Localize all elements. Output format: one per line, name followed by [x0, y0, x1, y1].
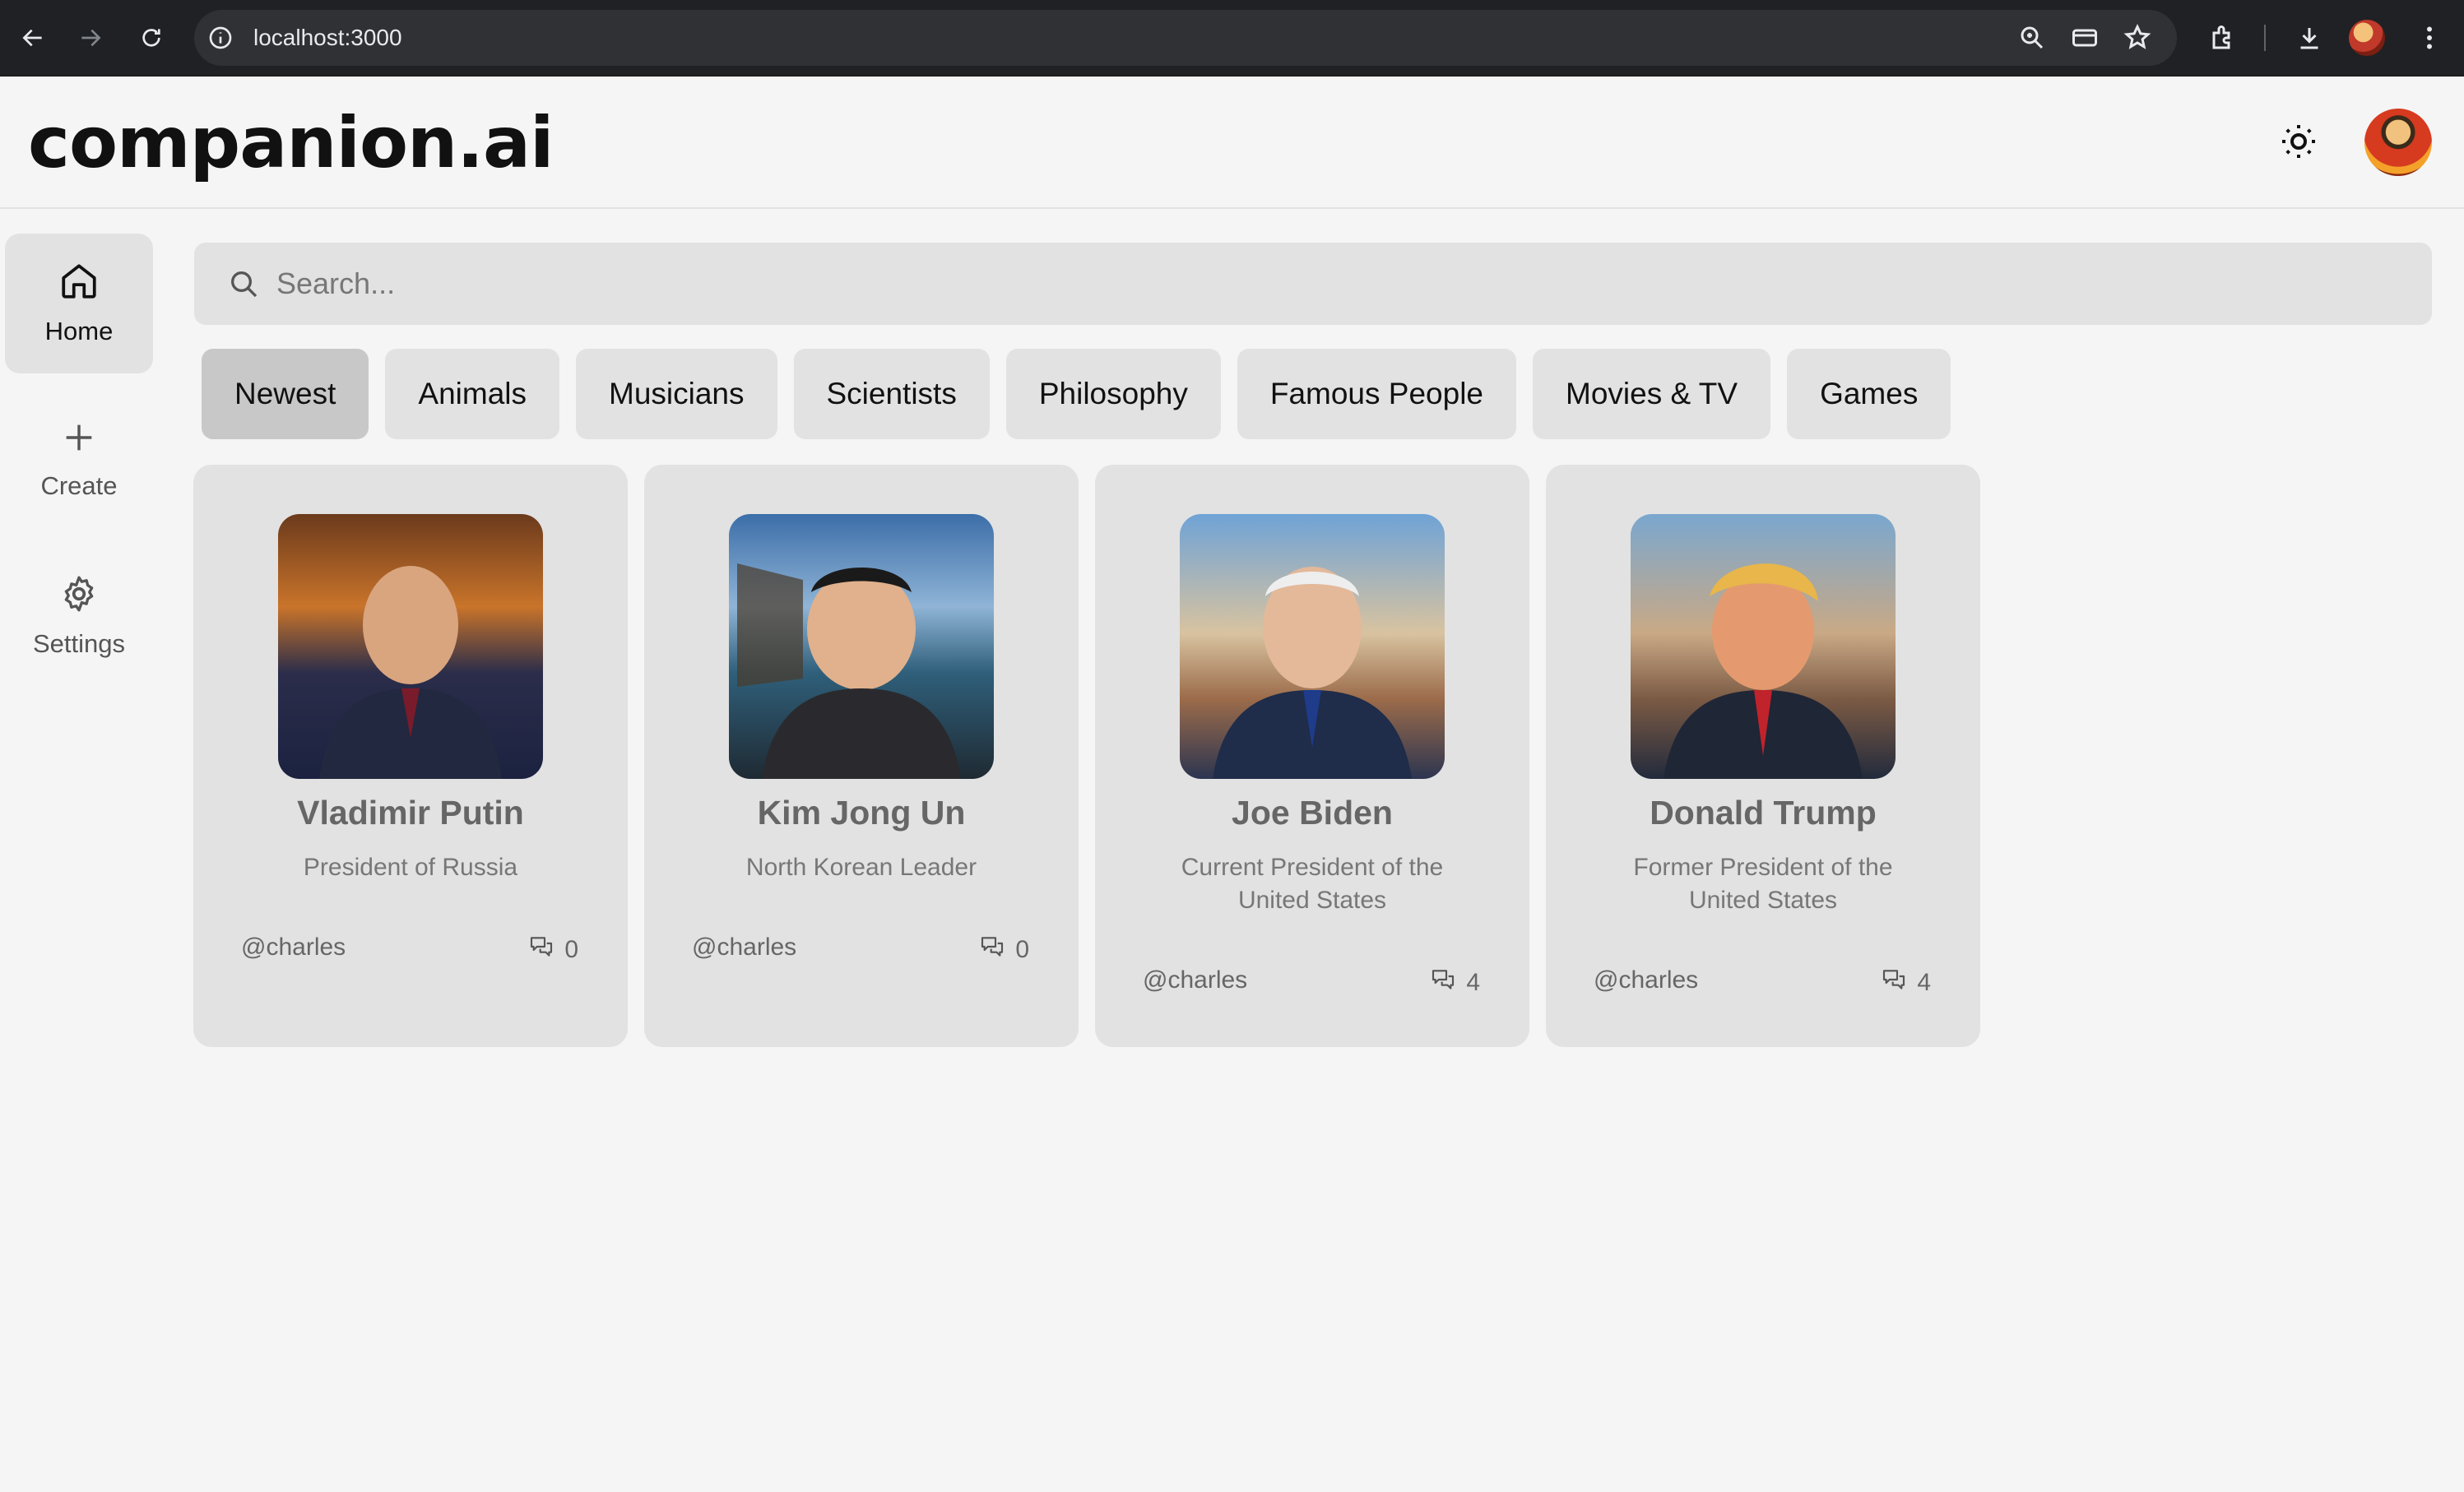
companion-name: Vladimir Putin — [297, 794, 524, 832]
toolbar-divider — [2264, 25, 2266, 51]
companion-creator: @charles — [241, 934, 346, 961]
message-count-value: 0 — [1015, 936, 1029, 963]
messages-icon — [1881, 966, 1907, 999]
companion-name: Kim Jong Un — [757, 794, 966, 832]
message-count: 4 — [1881, 966, 1931, 999]
sidebar-item-settings[interactable]: Settings — [5, 546, 153, 686]
sidebar-item-label: Home — [44, 317, 114, 345]
sidebar-item-label: Create — [40, 471, 118, 500]
category-animals[interactable]: Animals — [385, 349, 559, 439]
companion-portrait — [1180, 514, 1445, 779]
bookmark-star-icon[interactable] — [2123, 23, 2152, 53]
brand-logo[interactable]: companion.ai — [28, 102, 554, 184]
download-icon[interactable] — [2291, 18, 2327, 58]
forward-arrow-icon[interactable] — [71, 18, 110, 58]
message-count-value: 4 — [1466, 969, 1480, 996]
messages-icon — [528, 934, 555, 966]
companion-portrait — [1631, 514, 1896, 779]
category-bar: Newest Animals Musicians Scientists Phil… — [202, 349, 1951, 439]
messages-icon — [1430, 966, 1456, 999]
message-count-value: 4 — [1917, 969, 1931, 996]
search-input[interactable] — [276, 259, 2399, 308]
category-philosophy[interactable]: Philosophy — [1005, 349, 1221, 439]
category-musicians[interactable]: Musicians — [576, 349, 777, 439]
companion-card[interactable]: Kim Jong Un North Korean Leader @charles… — [644, 465, 1079, 1047]
messages-icon — [979, 934, 1005, 966]
menu-kebab-icon[interactable] — [2411, 18, 2448, 58]
companion-card[interactable]: Joe Biden Current President of the Unite… — [1095, 465, 1529, 1047]
card-icon[interactable] — [2070, 23, 2100, 53]
companion-creator: @charles — [1594, 966, 1699, 994]
search-icon — [227, 267, 260, 300]
companion-description: North Korean Leader — [745, 854, 977, 881]
message-count: 0 — [528, 934, 578, 966]
companion-description: Former President of the United States — [1633, 854, 1893, 914]
category-movies-tv[interactable]: Movies & TV — [1533, 349, 1771, 439]
companion-card[interactable]: Donald Trump Former President of the Uni… — [1546, 465, 1980, 1047]
companion-name: Joe Biden — [1232, 794, 1393, 832]
address-bar[interactable]: localhost:3000 — [194, 10, 2177, 66]
sidebar-item-create[interactable]: Create — [5, 390, 153, 530]
companion-portrait — [729, 514, 994, 779]
gear-icon — [58, 573, 100, 618]
companion-creator: @charles — [1143, 966, 1248, 994]
companion-creator: @charles — [692, 934, 797, 961]
message-count-value: 0 — [564, 936, 578, 963]
zoom-icon[interactable] — [2017, 23, 2047, 53]
category-newest[interactable]: Newest — [202, 349, 369, 439]
category-scientists[interactable]: Scientists — [793, 349, 990, 439]
profile-avatar[interactable] — [2349, 20, 2385, 56]
companion-name: Donald Trump — [1650, 794, 1877, 832]
message-count: 4 — [1430, 966, 1480, 999]
sidebar-item-label: Settings — [32, 629, 125, 658]
companion-card[interactable]: Vladimir Putin President of Russia @char… — [193, 465, 628, 1047]
site-info-icon[interactable] — [207, 25, 234, 51]
message-count: 0 — [979, 934, 1029, 966]
back-arrow-icon[interactable] — [13, 18, 53, 58]
companion-description: Current President of the United States — [1181, 854, 1444, 914]
app-header: companion.ai — [0, 77, 2464, 209]
companion-description: President of Russia — [303, 854, 518, 881]
search-bar — [194, 243, 2432, 325]
category-famous-people[interactable]: Famous People — [1237, 349, 1517, 439]
sun-icon[interactable] — [2276, 118, 2322, 164]
companion-portrait — [278, 514, 543, 779]
plus-icon — [60, 419, 98, 460]
extensions-icon[interactable] — [2203, 18, 2239, 58]
url-text[interactable]: localhost:3000 — [253, 25, 402, 51]
browser-toolbar: localhost:3000 — [0, 0, 2464, 76]
home-icon — [58, 261, 100, 305]
reload-icon[interactable] — [132, 18, 171, 58]
category-games[interactable]: Games — [1787, 349, 1951, 439]
sidebar-item-home[interactable]: Home — [5, 234, 153, 373]
user-avatar[interactable] — [2364, 109, 2432, 176]
